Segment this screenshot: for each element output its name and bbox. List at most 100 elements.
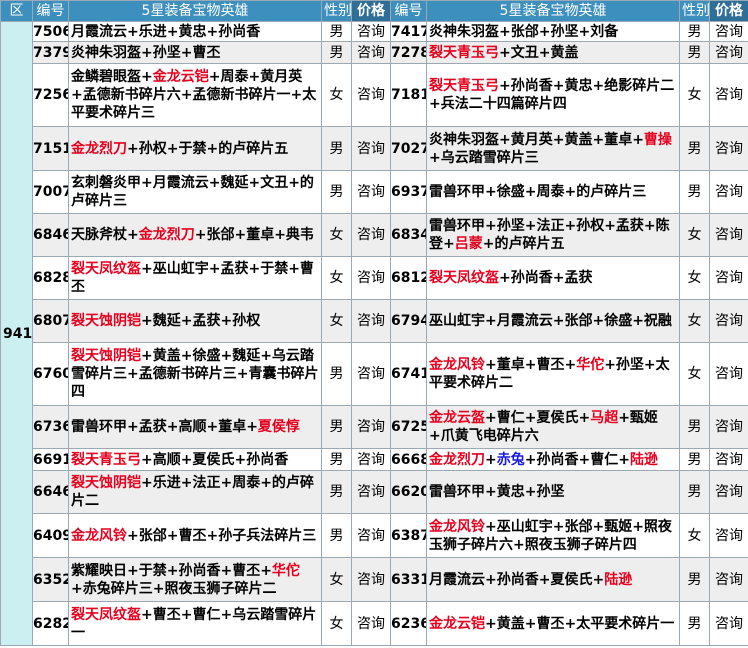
listing-id: 6807 xyxy=(32,299,69,343)
table-row: 941 7506 月霞流云+乐进+黄忠+孙尚香男咨询 7417 炎神朱羽盔+张郃+孙坚+… xyxy=(0,21,748,646)
equip-cell: 裂天青玉弓+孙尚香+黄忠+绝影碎片二+兵法二十四篇碎片四 xyxy=(426,63,680,127)
price-inquiry[interactable]: 咨询 xyxy=(351,342,391,406)
equip-text: +孙尚香+曹仁+ xyxy=(524,451,630,468)
highlight-text: 裂天蚀阴铠 xyxy=(71,475,141,491)
price-inquiry[interactable]: 咨询 xyxy=(709,299,748,343)
listing-id: 6409 xyxy=(32,513,69,558)
price-inquiry[interactable]: 咨询 xyxy=(351,405,391,449)
equip-text: 紫耀映日+于禁+孙尚香+曹丕+ xyxy=(71,562,272,579)
price-inquiry[interactable]: 咨询 xyxy=(351,21,391,42)
highlight-text: 金龙云铠 xyxy=(429,615,485,632)
listing-id: 6691 xyxy=(32,448,69,471)
table-row: 6352 紫耀映日+于禁+孙尚香+曹丕+华佗+赤兔碎片三+照夜玉狮子碎片二女咨询 6… xyxy=(1,557,748,602)
highlight-text: 金龙云铠 xyxy=(152,69,209,85)
equip-text: 炎神朱羽盔+黄月英+黄盖+董卓+ xyxy=(429,131,644,148)
header-id-2: 编号 xyxy=(390,0,427,22)
table-row: 6282 裂天凤纹盔+曹丕+曹仁+乌云踏雪碎片一女咨询 6236 金龙云铠+黄盖+曹丕… xyxy=(1,601,748,646)
price-inquiry[interactable]: 咨询 xyxy=(709,256,748,300)
highlight-text: 裂天凤纹盔 xyxy=(429,270,499,286)
listing-id: 6620 xyxy=(390,470,427,514)
highlight-text: 华佗 xyxy=(271,562,300,579)
equip-text: 巫山虹宇+月霞流云+张郃+徐盛+祝融 xyxy=(429,313,672,329)
highlight-text: 金龙风铃 xyxy=(71,527,127,544)
equip-text: +张郃+董卓+典韦 xyxy=(194,227,314,243)
gender-cell: 女 xyxy=(321,213,352,257)
price-inquiry[interactable]: 咨询 xyxy=(709,448,748,471)
gender-cell: 男 xyxy=(321,470,352,514)
price-inquiry[interactable]: 咨询 xyxy=(351,41,391,64)
price-inquiry[interactable]: 咨询 xyxy=(351,299,391,343)
equip-text: 雷兽环甲+孟获+高顺+董卓+ xyxy=(71,419,258,435)
highlight-text: 金龙烈刀 xyxy=(71,140,127,157)
highlight-text: 金龙烈刀 xyxy=(138,227,195,243)
gender-cell: 男 xyxy=(679,405,710,449)
gender-cell: 女 xyxy=(679,63,710,127)
equip-text: +张郃+曹丕+孙子兵法碎片三 xyxy=(127,527,317,544)
price-inquiry[interactable]: 咨询 xyxy=(709,63,748,127)
listing-id: 7278 xyxy=(390,41,427,64)
gender-cell: 男 xyxy=(321,21,352,42)
highlight-text: 陆逊 xyxy=(604,571,633,588)
highlight-text: 金龙烈刀 xyxy=(429,451,485,468)
equip-text: +的卢碎片五 xyxy=(482,236,565,252)
highlight-text: 马超 xyxy=(590,410,619,426)
price-inquiry[interactable]: 咨询 xyxy=(709,41,748,64)
table-body: 941 7506 月霞流云+乐进+黄忠+孙尚香男咨询 7417 炎神朱羽盔+张郃+孙坚+… xyxy=(0,21,748,646)
price-inquiry[interactable]: 咨询 xyxy=(351,63,391,127)
listing-id: 6794 xyxy=(390,299,427,343)
price-inquiry[interactable]: 咨询 xyxy=(709,513,748,558)
listing-id: 6760 xyxy=(32,342,69,406)
price-inquiry[interactable]: 咨询 xyxy=(351,213,391,257)
price-inquiry[interactable]: 咨询 xyxy=(709,213,748,257)
price-inquiry[interactable]: 咨询 xyxy=(351,513,391,558)
price-inquiry[interactable]: 咨询 xyxy=(709,170,748,214)
highlight-text: 裂天蚀阴铠 xyxy=(71,313,141,329)
equip-text: +魏延+孟获+孙权 xyxy=(141,313,261,329)
header-row: 区 编号 5星装备宝物英雄 性别 价格 编号 5星装备宝物英雄 性别 价格 xyxy=(0,0,748,22)
table-row: 6691 裂天青玉弓+高顺+夏侯氏+孙尚香男咨询 6668 金龙烈刀+赤兔+孙尚香+曹… xyxy=(1,448,748,471)
gender-cell: 女 xyxy=(679,342,710,406)
highlight-text: 裂天青玉弓 xyxy=(71,451,141,468)
price-inquiry[interactable]: 咨询 xyxy=(351,126,391,171)
price-inquiry[interactable]: 咨询 xyxy=(709,601,748,646)
highlight-text: 裂天青玉弓 xyxy=(429,78,499,94)
listing-id: 7181 xyxy=(390,63,427,127)
equip-cell: 雷兽环甲+黄忠+孙坚 xyxy=(426,470,680,514)
price-inquiry[interactable]: 咨询 xyxy=(709,557,748,602)
equip-cell: 炎神朱羽盔+张郃+孙坚+刘备 xyxy=(426,21,680,42)
price-inquiry[interactable]: 咨询 xyxy=(351,557,391,602)
equip-text: 玄刺磐炎甲+月霞流云+魏延+文丑+的卢碎片三 xyxy=(71,175,314,209)
equip-text: +曹仁+夏侯氏+ xyxy=(485,410,591,426)
listing-id: 6741 xyxy=(390,342,427,406)
gender-cell: 女 xyxy=(679,256,710,300)
price-inquiry[interactable]: 咨询 xyxy=(709,405,748,449)
equip-text: 雷兽环甲+徐盛+周泰+的卢碎片三 xyxy=(429,184,647,200)
equip-text: +孙权+于禁+的卢碎片五 xyxy=(127,140,289,157)
price-inquiry[interactable]: 咨询 xyxy=(709,470,748,514)
equip-cell: 金龙风铃+董卓+曹丕+华佗+孙坚+太平要术碎片二 xyxy=(426,342,680,406)
equip-cell: 金龙风铃+巫山虹宇+张郃+甄姬+照夜玉狮子碎片六+照夜玉狮子碎片四 xyxy=(426,513,680,558)
listing-id: 7256 xyxy=(32,63,69,127)
listing-id: 6352 xyxy=(32,557,69,602)
price-inquiry[interactable]: 咨询 xyxy=(351,448,391,471)
equip-cell: 炎神朱羽盔+黄月英+黄盖+董卓+曹操 +乌云踏雪碎片三 xyxy=(426,126,680,171)
price-inquiry[interactable]: 咨询 xyxy=(351,470,391,514)
price-inquiry[interactable]: 咨询 xyxy=(709,21,748,42)
header-equip: 5星装备宝物英雄 xyxy=(68,0,322,22)
listing-id: 6236 xyxy=(390,601,427,646)
listing-id: 6387 xyxy=(390,513,427,558)
price-inquiry[interactable]: 咨询 xyxy=(351,170,391,214)
price-inquiry[interactable]: 咨询 xyxy=(709,342,748,406)
price-inquiry[interactable]: 咨询 xyxy=(351,256,391,300)
listing-id: 7007 xyxy=(32,170,69,214)
price-inquiry[interactable]: 咨询 xyxy=(709,126,748,171)
table-row: 6409 金龙风铃+张郃+曹丕+孙子兵法碎片三男咨询 6387 金龙风铃+巫山虹宇+张… xyxy=(1,513,748,558)
listing-id: 6846 xyxy=(32,213,69,257)
price-inquiry[interactable]: 咨询 xyxy=(351,601,391,646)
equip-text: 炎神朱羽盔+张郃+孙坚+刘备 xyxy=(429,23,619,40)
equip-text: 月霞流云+乐进+黄忠+孙尚香 xyxy=(71,23,261,40)
table-row: 6828 裂天凤纹盔+巫山虹宇+孟获+于禁+曹丕女咨询 6812 裂天凤纹盔+孙尚香+… xyxy=(1,256,748,300)
equip-cell: 月霞流云+孙尚香+夏侯氏+陆逊 xyxy=(426,557,680,602)
table-row: 6646 裂天蚀阴铠+乐进+法正+周泰+的卢碎片二男咨询 6620 雷兽环甲+黄忠+孙… xyxy=(1,470,748,514)
equip-cell: 天脉斧杖+金龙烈刀+张郃+董卓+典韦 xyxy=(68,213,322,257)
